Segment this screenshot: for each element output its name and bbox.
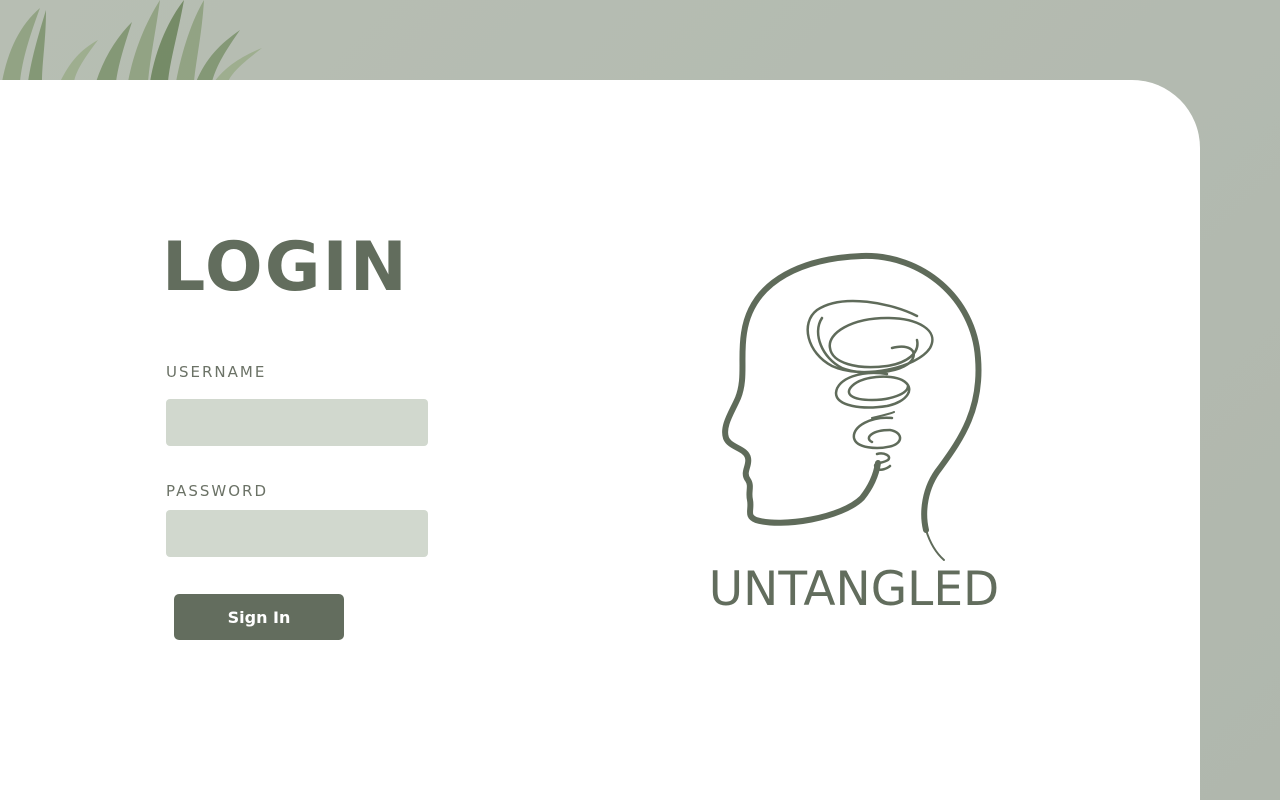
page-title: LOGIN [162,228,409,307]
password-input[interactable] [166,510,428,557]
username-input[interactable] [166,399,428,446]
brand-name: UNTANGLED [708,562,1000,617]
sign-in-button[interactable]: Sign In [174,594,344,640]
head-with-scribble-brain-icon [722,252,982,561]
login-page: LOGIN USERNAME PASSWORD Sign In UNTANGLE… [0,0,1280,800]
plant-leaves-decoration [2,0,262,82]
username-label: USERNAME [166,363,267,381]
password-label: PASSWORD [166,482,269,500]
